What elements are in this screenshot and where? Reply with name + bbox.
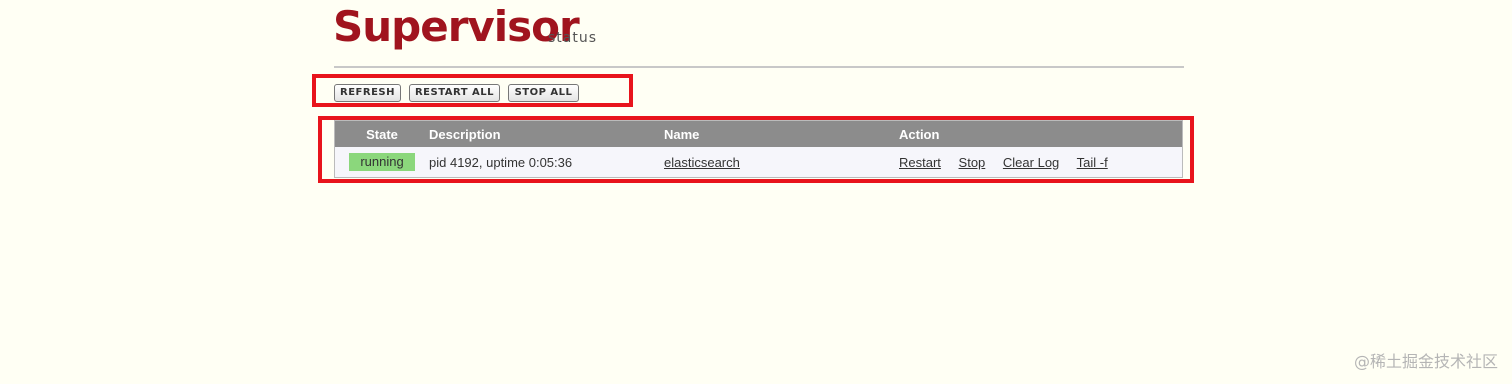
stop-all-button[interactable]: STOP ALL xyxy=(508,84,579,102)
description-cell: pid 4192, uptime 0:05:36 xyxy=(429,147,664,178)
process-name-link[interactable]: elasticsearch xyxy=(664,155,740,170)
action-cell: Restart Stop Clear Log Tail -f xyxy=(899,147,1183,178)
header-state: State xyxy=(334,120,429,147)
table-row: running pid 4192, uptime 0:05:36 elastic… xyxy=(334,147,1183,178)
table-header-row: State Description Name Action xyxy=(334,120,1183,147)
header-action: Action xyxy=(899,120,1183,147)
name-cell: elasticsearch xyxy=(664,147,899,178)
state-cell: running xyxy=(334,147,429,178)
page-title: Supervisor xyxy=(333,2,580,51)
restart-link[interactable]: Restart xyxy=(899,155,941,170)
status-badge: running xyxy=(349,153,415,171)
restart-all-button[interactable]: RESTART ALL xyxy=(409,84,500,102)
header-description: Description xyxy=(429,120,664,147)
header-divider xyxy=(334,66,1184,68)
refresh-button[interactable]: REFRESH xyxy=(334,84,401,102)
header-name: Name xyxy=(664,120,899,147)
tail-f-link[interactable]: Tail -f xyxy=(1077,155,1108,170)
clear-log-link[interactable]: Clear Log xyxy=(1003,155,1059,170)
watermark: @稀土掘金技术社区 xyxy=(1353,352,1498,371)
page-subtitle: status xyxy=(548,30,598,46)
process-status-table: State Description Name Action running pi… xyxy=(334,120,1183,178)
stop-link[interactable]: Stop xyxy=(959,155,986,170)
